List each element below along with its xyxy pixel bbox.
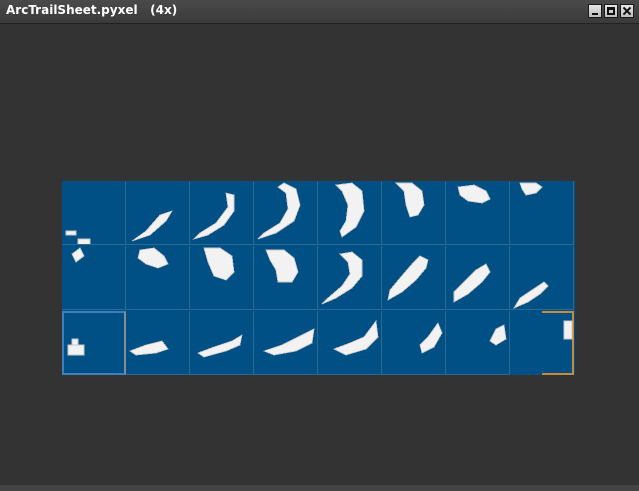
tile-sprite — [395, 182, 425, 218]
tile-r1-c3[interactable] — [254, 246, 318, 310]
tile-r1-c4[interactable] — [318, 246, 382, 310]
close-button[interactable] — [620, 4, 634, 18]
tile-r0-c4[interactable] — [318, 181, 382, 245]
tile-r0-c2[interactable] — [190, 181, 254, 245]
tile-r1-c0[interactable] — [62, 246, 126, 310]
maximize-button[interactable] — [604, 4, 618, 18]
tile-sprite — [67, 338, 85, 356]
tile-r2-c0[interactable] — [62, 311, 126, 375]
tile-r2-c3[interactable] — [254, 311, 318, 375]
tile-r1-c5[interactable] — [382, 246, 446, 310]
tile-r0-c3[interactable] — [254, 181, 318, 245]
canvas-area[interactable] — [0, 24, 639, 485]
horizontal-scrollbar[interactable] — [0, 485, 639, 491]
tile-sprite — [197, 334, 243, 358]
tile-sprite — [203, 247, 235, 281]
tile-sprite — [387, 255, 429, 301]
tile-sprite — [262, 328, 315, 356]
tile-sprite — [519, 182, 543, 196]
maximize-icon — [607, 7, 615, 15]
tile-sprite — [513, 281, 549, 309]
tile-r2-c6[interactable] — [446, 311, 510, 375]
tile-r0-c6[interactable] — [446, 181, 510, 245]
tile-r1-c6[interactable] — [446, 246, 510, 310]
tile-r2-c2[interactable] — [190, 311, 254, 375]
tile-sheet[interactable] — [62, 181, 575, 375]
tile-sprite — [265, 249, 299, 283]
tile-sprite — [419, 322, 443, 354]
minimize-icon — [592, 13, 598, 15]
tile-sprite — [333, 319, 379, 356]
tile-r1-c7[interactable] — [510, 246, 574, 310]
tile-r2-c5[interactable] — [382, 311, 446, 375]
tile-sprite — [563, 320, 573, 340]
close-icon — [623, 7, 631, 15]
tile-r2-c1[interactable] — [126, 311, 190, 375]
tile-sprite — [321, 251, 363, 305]
tile-r1-c2[interactable] — [190, 246, 254, 310]
title-bar[interactable]: ArcTrailSheet.pyxel (4x) — [0, 0, 639, 24]
tile-r0-c1[interactable] — [126, 181, 190, 245]
tile-sprite — [453, 263, 491, 303]
tile-sprite — [71, 247, 85, 263]
minimize-button[interactable] — [588, 4, 602, 18]
tile-sprite — [335, 182, 365, 238]
tile-sprite — [257, 182, 301, 240]
tile-sprite — [65, 230, 91, 244]
tile-sprite — [131, 210, 173, 242]
tile-r0-c7[interactable] — [510, 181, 574, 245]
window-controls — [588, 4, 634, 18]
tile-r2-c7[interactable] — [510, 311, 574, 375]
tile-sprite — [137, 247, 169, 269]
tile-sprite — [129, 340, 169, 356]
tile-sprite — [192, 192, 235, 240]
tile-r0-c0[interactable] — [62, 181, 126, 245]
window-title: ArcTrailSheet.pyxel (4x) — [6, 3, 178, 17]
tile-r0-c5[interactable] — [382, 181, 446, 245]
tile-r1-c1[interactable] — [126, 246, 190, 310]
tile-sprite — [489, 324, 507, 346]
tile-r2-c4[interactable] — [318, 311, 382, 375]
tile-sprite — [457, 184, 491, 204]
